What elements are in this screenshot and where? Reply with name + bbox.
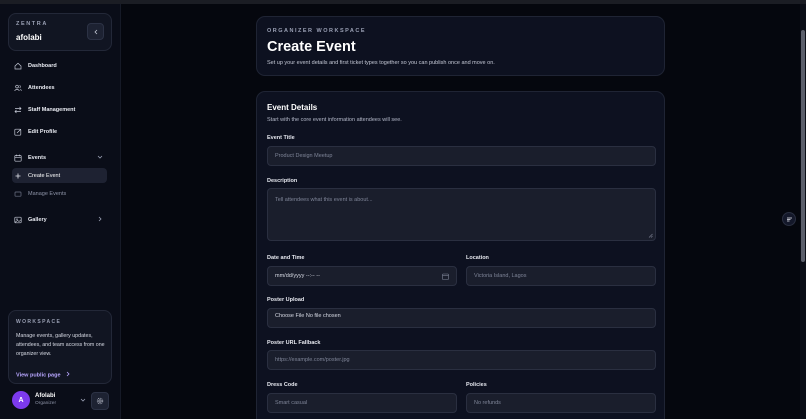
filter-lines-icon [786,217,792,221]
poster-upload-label: Poster Upload [267,297,305,303]
page-header: ORGANIZER WORKSPACE Create Event Set up … [256,16,665,76]
view-public-page-label: View public page [16,372,61,379]
date-time-value: mm/dd/yyyy --:-- -- [275,273,320,279]
sidebar-item-create-event[interactable]: Create Event [12,168,107,183]
location-input[interactable]: Victoria Island, Lagos [466,266,656,286]
user-role: Organizer [35,401,57,406]
dress-code-input[interactable]: Smart casual [267,393,457,413]
sidebar-item-attendees[interactable]: Attendees [12,80,107,95]
dress-code-label: Dress Code [267,382,298,388]
sidebar-item-gallery[interactable]: Gallery [12,212,107,227]
sidebar-item-manage-events[interactable]: Manage Events [12,186,107,201]
sidebar-item-label: Gallery [28,216,47,223]
arrows-swap-icon [14,106,22,114]
resize-handle-icon[interactable] [648,233,653,238]
workspace-kicker: WORKSPACE [16,319,62,325]
user-menu[interactable]: A Afolabi Organizer [12,391,112,410]
list-icon [14,190,22,198]
workspace-description: Manage events, gallery updates, attendee… [16,333,105,357]
plus-icon [14,172,22,180]
section-title: Event Details [267,103,318,112]
brand-card: ZENTRA afolabi [8,13,112,51]
policies-input[interactable]: No refunds [466,393,656,413]
location-label: Location [466,255,489,261]
brand-name: afolabi [16,33,42,42]
poster-url-label: Poster URL Fallback [267,340,321,346]
sidebar-item-events[interactable]: Events [12,150,107,165]
settings-button[interactable] [91,392,109,410]
chevron-right-icon [98,216,102,222]
description-textarea[interactable]: Tell attendees what this event is about.… [267,188,656,241]
description-placeholder: Tell attendees what this event is about.… [275,197,373,203]
gear-icon [96,397,104,405]
view-public-page-link[interactable]: View public page [16,371,71,379]
poster-upload-input[interactable]: Choose File No file chosen [267,308,656,328]
sidebar-item-staff-management[interactable]: Staff Management [12,102,107,117]
calendar-icon [14,154,22,162]
user-name: Afolabi [35,393,56,399]
event-title-label: Event Title [267,135,295,141]
page-description: Set up your event details and first tick… [267,60,495,66]
brand-kicker: ZENTRA [16,21,48,27]
sidebar-item-label: Dashboard [28,62,57,69]
scrollbar-thumb[interactable] [801,30,805,262]
workspace-card: WORKSPACE Manage events, gallery updates… [8,310,112,384]
event-details-form: Event Details Start with the core event … [256,91,665,419]
date-time-label: Date and Time [267,255,305,261]
sidebar-item-label: Edit Profile [28,128,58,135]
collapse-sidebar-button[interactable] [87,23,104,40]
poster-url-input[interactable]: https://example.com/poster.jpg [267,350,656,370]
home-icon [14,62,22,70]
edit-icon [14,128,22,136]
floating-tools-button[interactable] [782,212,796,226]
description-label: Description [267,178,298,184]
calendar-icon[interactable] [442,273,449,280]
chevron-down-icon [97,155,103,159]
sidebar-item-edit-profile[interactable]: Edit Profile [12,124,107,139]
avatar: A [12,391,30,409]
sidebar-item-label: Create Event [28,172,61,179]
page-kicker: ORGANIZER WORKSPACE [267,28,366,34]
image-icon [14,216,22,224]
section-description: Start with the core event information at… [267,117,402,123]
chevron-down-icon [80,398,86,402]
page-scrollbar[interactable] [800,4,806,419]
policies-label: Policies [466,382,487,388]
page-title: Create Event [267,39,356,55]
sidebar-item-label: Manage Events [28,190,67,197]
sidebar: ZENTRA afolabi Dashboard Attendees Staff… [0,4,121,419]
chevron-right-icon [66,371,70,377]
sidebar-item-label: Events [28,154,47,161]
chevron-left-icon [93,29,97,34]
date-time-input[interactable]: mm/dd/yyyy --:-- -- [267,266,457,286]
users-icon [14,84,22,92]
sidebar-item-label: Staff Management [28,106,76,113]
sidebar-item-dashboard[interactable]: Dashboard [12,58,107,73]
sidebar-item-label: Attendees [28,84,55,91]
event-title-input[interactable]: Product Design Meetup [267,146,656,166]
